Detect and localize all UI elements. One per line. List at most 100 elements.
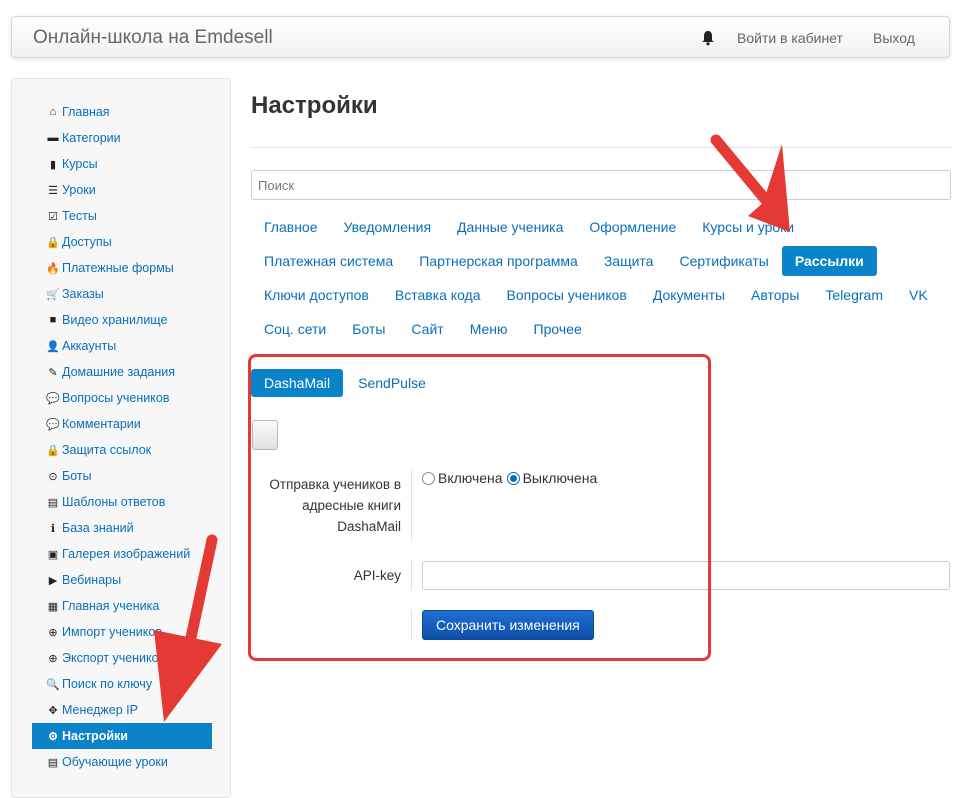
sidebar-item[interactable]: ▮ Курсы (32, 151, 212, 177)
settings-tab[interactable]: Авторы (738, 280, 812, 310)
sidebar-item-label: Обучающие уроки (62, 755, 168, 769)
sidebar-item[interactable]: 🔍 Поиск по ключу (32, 671, 212, 697)
settings-tab[interactable]: Telegram (812, 280, 896, 310)
film-icon: ▤ (47, 756, 59, 769)
import-icon: ⊕ (48, 626, 58, 639)
sidebar-item[interactable]: ▤ Обучающие уроки (32, 749, 212, 775)
logout-link[interactable]: Выход (873, 30, 915, 46)
search-input[interactable] (251, 170, 951, 200)
settings-tab[interactable]: Главное (251, 212, 331, 242)
sidebar-item[interactable]: ⊙ Боты (32, 463, 212, 489)
sidebar-item[interactable]: ▦ Главная ученика (32, 593, 212, 619)
sidebar-item-label: Тесты (62, 209, 97, 223)
divider (251, 147, 951, 148)
settings-tab[interactable]: Платежная система (251, 246, 406, 276)
bell-icon[interactable] (701, 30, 715, 46)
sidebar-item[interactable]: ⚙ Настройки (32, 723, 212, 749)
sidebar-item[interactable]: ⊕ Экспорт учеников (32, 645, 212, 671)
play-icon: ▶ (48, 574, 58, 587)
sidebar-item[interactable]: ✥ Менеджер IP (32, 697, 212, 723)
grid-icon: ▦ (47, 600, 59, 613)
sidebar-item[interactable]: ℹ База знаний (32, 515, 212, 541)
sidebar-item[interactable]: 🔒 Защита ссылок (32, 437, 212, 463)
sidebar-item[interactable]: ▤ Шаблоны ответов (32, 489, 212, 515)
settings-tab[interactable]: Данные ученика (444, 212, 576, 242)
sidebar-item[interactable]: ▶ Вебинары (32, 567, 212, 593)
sidebar-item[interactable]: ☑ Тесты (32, 203, 212, 229)
sidebar-menu: ⌂ Главная ▬ Категории ▮ Курсы ☰ Уроки ☑ Тесты 🔒 Дос… (32, 99, 212, 775)
settings-tab[interactable]: Оформление (576, 212, 689, 242)
sidebar-item-label: Настройки (62, 729, 128, 743)
save-button[interactable]: Сохранить изменения (422, 610, 594, 640)
circle-dot-icon: ⊙ (48, 470, 58, 483)
settings-tab[interactable]: Прочее (521, 314, 595, 344)
sidebar-item[interactable]: 🛒 Заказы (32, 281, 212, 307)
sidebar-item-label: Категории (62, 131, 121, 145)
settings-tab[interactable]: Боты (339, 314, 398, 344)
cart-icon: 🛒 (46, 288, 60, 301)
sidebar-item[interactable]: 🔥 Платежные формы (32, 255, 212, 281)
settings-tab[interactable]: Вопросы учеников (494, 280, 640, 310)
sidebar-item-label: Экспорт учеников (62, 651, 166, 665)
sidebar-item[interactable]: ▬ Категории (32, 125, 212, 151)
sidebar-item-label: Вебинары (62, 573, 122, 587)
move-icon: ✥ (48, 704, 58, 717)
sidebar-item[interactable]: ⌂ Главная (32, 99, 212, 125)
folder-icon: ▬ (47, 132, 59, 144)
user-icon: 👤 (46, 340, 60, 353)
settings-tab[interactable]: Ключи доступов (251, 280, 382, 310)
sidebar-item[interactable]: ⊕ Импорт учеников (32, 619, 212, 645)
top-navbar: Онлайн-школа на Emdesell Войти в кабинет… (11, 16, 950, 58)
sidebar-item[interactable]: 💬 Вопросы учеников (32, 385, 212, 411)
comment-icon: 💬 (46, 418, 60, 431)
sidebar-item[interactable]: ✎ Домашние задания (32, 359, 212, 385)
sidebar-item-label: База знаний (62, 521, 134, 535)
sidebar-item-label: Уроки (62, 183, 96, 197)
book-icon: ▮ (49, 158, 57, 171)
lock-icon: 🔒 (46, 444, 60, 457)
sidebar-item-label: Поиск по ключу (62, 677, 153, 691)
settings-tab[interactable]: Уведомления (331, 212, 445, 242)
sidebar-item-label: Платежные формы (62, 261, 174, 275)
settings-tab[interactable]: Меню (457, 314, 521, 344)
video-icon: ■ (49, 314, 57, 326)
sidebar-item-label: Главная (62, 105, 110, 119)
sidebar-item[interactable]: 🔒 Доступы (32, 229, 212, 255)
settings-tab[interactable]: VK (896, 280, 941, 310)
home-icon: ⌂ (49, 106, 57, 118)
form-separator (411, 561, 412, 590)
page-title: Настройки (251, 92, 378, 119)
radio-disabled[interactable] (506, 471, 520, 485)
mailing-subtab[interactable]: DashaMail (251, 369, 344, 397)
lock-icon: 🔒 (46, 236, 60, 249)
sidebar-item[interactable]: ■ Видео хранилище (32, 307, 212, 333)
mailing-subtab[interactable]: SendPulse (345, 369, 439, 397)
cabinet-link[interactable]: Войти в кабинет (737, 30, 843, 46)
settings-tab[interactable]: Сайт (398, 314, 456, 344)
sidebar-item[interactable]: ☰ Уроки (32, 177, 212, 203)
site-brand[interactable]: Онлайн-школа на Emdesell (33, 27, 273, 49)
form-separator (411, 610, 412, 640)
settings-tab[interactable]: Курсы и уроки (689, 212, 807, 242)
settings-tab[interactable]: Рассылки (781, 246, 877, 276)
api-key-input[interactable] (422, 561, 950, 590)
settings-tab[interactable]: Документы (640, 280, 738, 310)
gear-icon: ⚙ (48, 730, 58, 743)
sidebar-item-label: Аккаунты (62, 339, 117, 353)
settings-tab[interactable]: Защита (591, 246, 667, 276)
form-separator (411, 470, 412, 540)
settings-tab[interactable]: Партнерская программа (406, 246, 591, 276)
template-icon: ▤ (47, 496, 59, 509)
settings-tab[interactable]: Вставка кода (382, 280, 494, 310)
settings-tab[interactable]: Соц. сети (251, 314, 339, 344)
sidebar-item-label: Боты (62, 469, 92, 483)
sidebar-item[interactable]: 👤 Аккаунты (32, 333, 212, 359)
fire-icon: 🔥 (46, 262, 60, 275)
radio-enabled[interactable] (422, 471, 435, 485)
instruction-button[interactable] (252, 420, 278, 450)
sidebar: ⌂ Главная ▬ Категории ▮ Курсы ☰ Уроки ☑ Тесты 🔒 Дос… (11, 78, 231, 798)
sidebar-item[interactable]: 💬 Комментарии (32, 411, 212, 437)
sidebar-item[interactable]: ▣ Галерея изображений (32, 541, 212, 567)
settings-tab[interactable]: Сертификаты (666, 246, 781, 276)
pencil-icon: ✎ (48, 366, 58, 379)
